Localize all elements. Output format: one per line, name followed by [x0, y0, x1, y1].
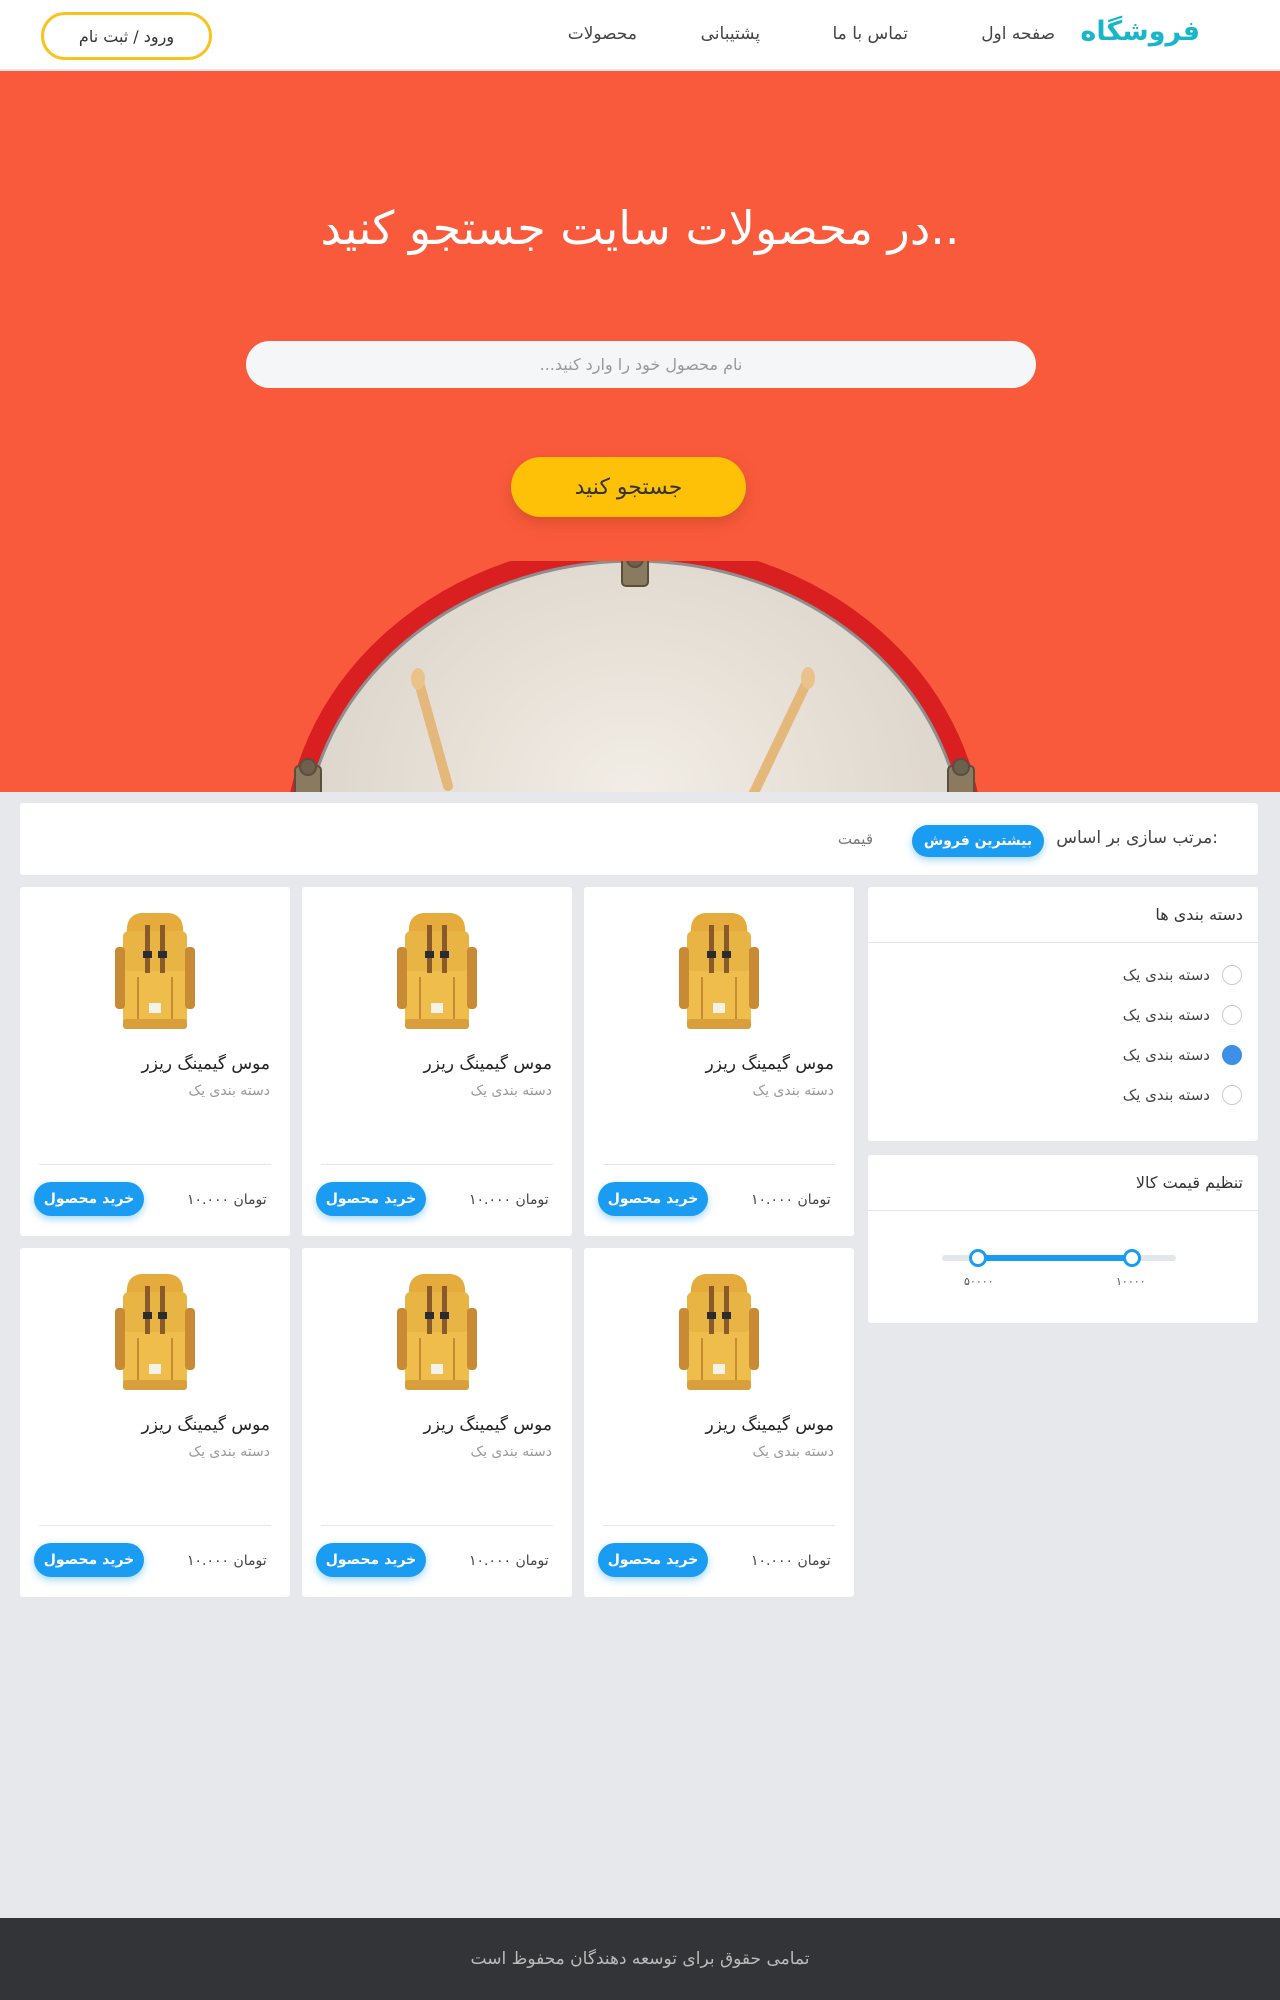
- nav-link-home[interactable]: صفحه اول: [981, 24, 1055, 44]
- buy-product-button[interactable]: خرید محصول: [598, 1182, 708, 1216]
- price-filter-panel: تنظیم قیمت کالا ۵۰۰۰۰ ۱۰۰۰۰: [868, 1155, 1258, 1323]
- nav-link-products[interactable]: محصولات: [568, 24, 637, 44]
- login-register-button[interactable]: ورود / ثبت نام: [41, 12, 212, 60]
- drum-image: [290, 561, 978, 792]
- product-price: ۱۰.۰۰۰ تومان: [187, 1192, 267, 1208]
- buy-product-button[interactable]: خرید محصول: [34, 1543, 144, 1577]
- product-card[interactable]: موس گیمینگ ریزر دسته بندی یک ۱۰.۰۰۰ توما…: [584, 887, 854, 1236]
- search-button[interactable]: جستجو کنید: [511, 457, 746, 517]
- product-card[interactable]: موس گیمینگ ریزر دسته بندی یک ۱۰.۰۰۰ توما…: [20, 887, 290, 1236]
- product-title[interactable]: موس گیمینگ ریزر: [423, 1054, 552, 1074]
- product-price: ۱۰.۰۰۰ تومان: [751, 1553, 831, 1569]
- product-category: دسته بندی یک: [188, 1083, 270, 1099]
- slider-handle-max[interactable]: [1123, 1249, 1141, 1267]
- backpack-image: [397, 1274, 477, 1390]
- category-radio[interactable]: [1222, 965, 1242, 985]
- categories-title: دسته بندی ها: [868, 887, 1258, 943]
- slider-min-value: ۵۰۰۰۰: [964, 1275, 994, 1288]
- buy-product-button[interactable]: خرید محصول: [34, 1182, 144, 1216]
- category-item[interactable]: دسته بندی یک: [868, 1035, 1258, 1075]
- sort-bar: مرتب سازی بر اساس: بیشترین فروش قیمت: [20, 803, 1258, 875]
- price-filter-title: تنظیم قیمت کالا: [868, 1155, 1258, 1211]
- product-category: دسته بندی یک: [188, 1444, 270, 1460]
- product-card[interactable]: موس گیمینگ ریزر دسته بندی یک ۱۰.۰۰۰ توما…: [584, 1248, 854, 1597]
- category-radio[interactable]: [1222, 1085, 1242, 1105]
- product-price: ۱۰.۰۰۰ تومان: [469, 1192, 549, 1208]
- sort-price-option[interactable]: قیمت: [838, 830, 873, 848]
- product-category: دسته بندی یک: [470, 1083, 552, 1099]
- product-price: ۱۰.۰۰۰ تومان: [469, 1553, 549, 1569]
- product-title[interactable]: موس گیمینگ ریزر: [705, 1054, 834, 1074]
- product-category: دسته بندی یک: [752, 1083, 834, 1099]
- sort-best-selling-button[interactable]: بیشترین فروش: [912, 825, 1044, 857]
- product-price: ۱۰.۰۰۰ تومان: [187, 1553, 267, 1569]
- category-radio[interactable]: [1222, 1005, 1242, 1025]
- card-divider: [39, 1164, 271, 1165]
- slider-max-value: ۱۰۰۰۰: [1116, 1275, 1146, 1288]
- backpack-image: [679, 913, 759, 1029]
- product-price: ۱۰.۰۰۰ تومان: [751, 1192, 831, 1208]
- card-divider: [321, 1164, 553, 1165]
- hero-section: در محصولات سایت جستجو کنید.. جستجو کنید: [0, 71, 1280, 792]
- card-divider: [321, 1525, 553, 1526]
- card-divider: [603, 1525, 835, 1526]
- category-item[interactable]: دسته بندی یک: [868, 1075, 1258, 1115]
- hero-title: در محصولات سایت جستجو کنید..: [320, 201, 960, 255]
- categories-panel: دسته بندی ها دسته بندی یک دسته بندی یک د…: [868, 887, 1258, 1141]
- category-item[interactable]: دسته بندی یک: [868, 955, 1258, 995]
- product-card[interactable]: موس گیمینگ ریزر دسته بندی یک ۱۰.۰۰۰ توما…: [302, 1248, 572, 1597]
- card-divider: [603, 1164, 835, 1165]
- backpack-image: [679, 1274, 759, 1390]
- category-label: دسته بندی یک: [1122, 966, 1210, 984]
- category-list: دسته بندی یک دسته بندی یک دسته بندی یک د…: [868, 943, 1258, 1115]
- price-range-slider[interactable]: ۵۰۰۰۰ ۱۰۰۰۰: [942, 1249, 1176, 1288]
- product-title[interactable]: موس گیمینگ ریزر: [423, 1415, 552, 1435]
- category-label: دسته بندی یک: [1122, 1046, 1210, 1064]
- footer-copyright: تمامی حقوق برای توسعه دهندگان محفوظ است: [470, 1949, 810, 1969]
- product-title[interactable]: موس گیمینگ ریزر: [141, 1054, 270, 1074]
- backpack-image: [115, 913, 195, 1029]
- category-radio-selected[interactable]: [1222, 1045, 1242, 1065]
- buy-product-button[interactable]: خرید محصول: [598, 1543, 708, 1577]
- sort-label: مرتب سازی بر اساس:: [1056, 828, 1218, 848]
- slider-handle-min[interactable]: [969, 1249, 987, 1267]
- product-title[interactable]: موس گیمینگ ریزر: [705, 1415, 834, 1435]
- backpack-image: [397, 913, 477, 1029]
- footer: تمامی حقوق برای توسعه دهندگان محفوظ است: [0, 1918, 1280, 2000]
- product-category: دسته بندی یک: [470, 1444, 552, 1460]
- top-navbar: فروشگاه صفحه اول تماس با ما پشتیبانی محص…: [0, 0, 1280, 70]
- card-divider: [39, 1525, 271, 1526]
- product-title[interactable]: موس گیمینگ ریزر: [141, 1415, 270, 1435]
- product-card[interactable]: موس گیمینگ ریزر دسته بندی یک ۱۰.۰۰۰ توما…: [20, 1248, 290, 1597]
- search-input[interactable]: [246, 341, 1036, 388]
- buy-product-button[interactable]: خرید محصول: [316, 1182, 426, 1216]
- backpack-image: [115, 1274, 195, 1390]
- product-category: دسته بندی یک: [752, 1444, 834, 1460]
- brand-logo[interactable]: فروشگاه: [1080, 16, 1200, 47]
- buy-product-button[interactable]: خرید محصول: [316, 1543, 426, 1577]
- product-card[interactable]: موس گیمینگ ریزر دسته بندی یک ۱۰.۰۰۰ توما…: [302, 887, 572, 1236]
- category-item[interactable]: دسته بندی یک: [868, 995, 1258, 1035]
- nav-link-support[interactable]: پشتیبانی: [701, 24, 760, 44]
- category-label: دسته بندی یک: [1122, 1086, 1210, 1104]
- category-label: دسته بندی یک: [1122, 1006, 1210, 1024]
- nav-link-contact[interactable]: تماس با ما: [833, 24, 909, 44]
- slider-range-fill: [977, 1255, 1132, 1261]
